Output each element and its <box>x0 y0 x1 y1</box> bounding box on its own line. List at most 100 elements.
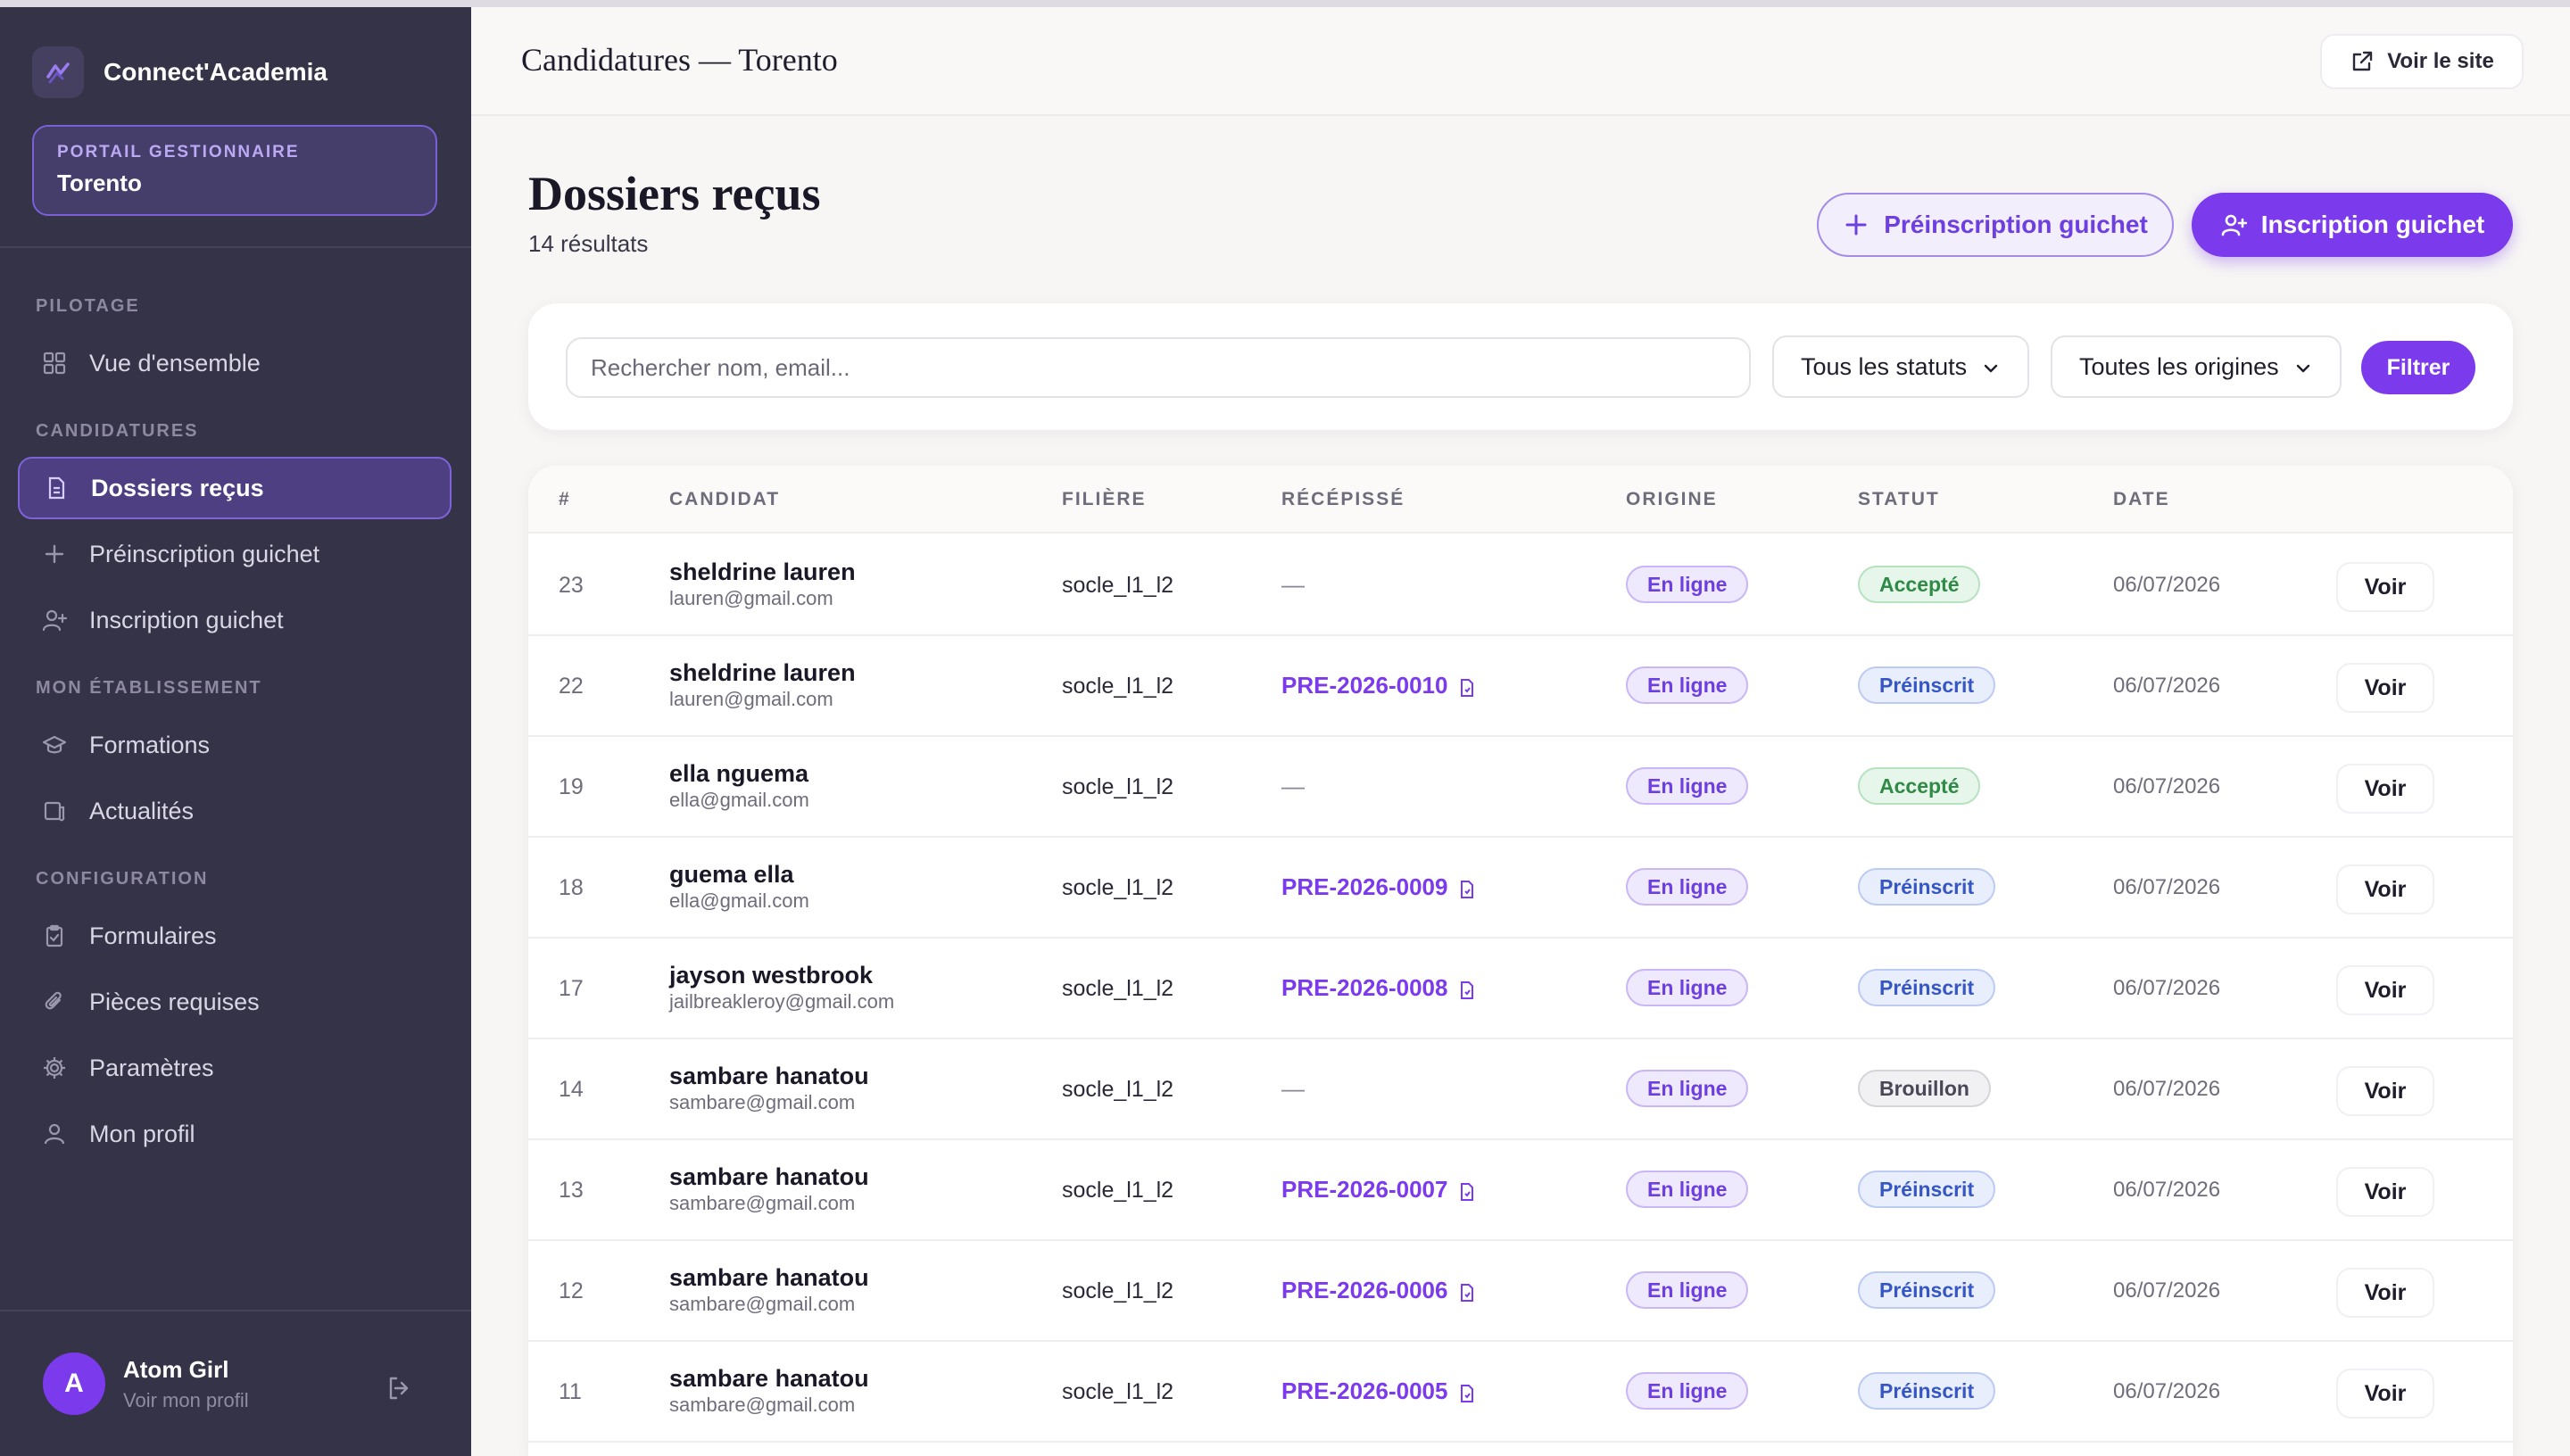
sidebar-item-label: Mon profil <box>89 1120 195 1147</box>
table-row: 13 sambare hanatou sambare@gmail.com socle_… <box>528 1140 2513 1241</box>
view-site-button[interactable]: Voir le site <box>2320 34 2524 89</box>
logout-icon[interactable] <box>384 1372 416 1404</box>
submission-date: 06/07/2026 <box>2113 1178 2221 1202</box>
news-icon <box>39 796 70 826</box>
status-badge: Préinscrit <box>1858 1271 1996 1309</box>
view-button[interactable]: Voir <box>2336 562 2434 612</box>
sidebar-item-inscription-guichet[interactable]: Inscription guichet <box>18 589 452 651</box>
paperclip-icon <box>39 987 70 1017</box>
recepisse-number: PRE-2026-0010 <box>1281 672 1448 699</box>
sidebar-item-vue-ensemble[interactable]: Vue d'ensemble <box>18 332 452 394</box>
candidate-name: ella nguema <box>669 760 809 787</box>
search-input[interactable] <box>566 337 1751 398</box>
column-header-origine: ORIGINE <box>1626 489 1718 509</box>
table-row: 22 sheldrine lauren lauren@gmail.com socle_… <box>528 636 2513 737</box>
avatar: A <box>43 1353 105 1415</box>
sidebar-item-label: Formulaires <box>89 922 217 949</box>
table-row: 19 ella nguema ella@gmail.com socle_l1_l2 — E… <box>528 737 2513 838</box>
sidebar-item-formulaires[interactable]: Formulaires <box>18 905 452 967</box>
recepisse-number: PRE-2026-0005 <box>1281 1377 1448 1404</box>
user-profile-link[interactable]: Voir mon profil <box>123 1389 249 1412</box>
view-button[interactable]: Voir <box>2336 1268 2434 1318</box>
sidebar-item-preinscription-guichet[interactable]: Préinscription guichet <box>18 523 452 585</box>
recepisse-empty: — <box>1281 773 1305 799</box>
status-badge: Brouillon <box>1858 1070 1991 1107</box>
recepisse-link[interactable]: PRE-2026-0008 <box>1281 974 1476 1002</box>
table-row: 18 guema ella ella@gmail.com socle_l1_l2 PRE… <box>528 838 2513 939</box>
view-button[interactable]: Voir <box>2336 864 2434 914</box>
filiere: socle_l1_l2 <box>1062 674 1174 699</box>
view-button[interactable]: Voir <box>2336 764 2434 814</box>
sidebar-item-mon-profil[interactable]: Mon profil <box>18 1103 452 1165</box>
candidate-email: sambare@gmail.com <box>669 1394 856 1416</box>
sidebar-item-parametres[interactable]: Paramètres <box>18 1037 452 1099</box>
submission-date: 06/07/2026 <box>2113 875 2221 899</box>
clipboard-icon <box>39 921 70 951</box>
recepisse-link[interactable]: PRE-2026-0009 <box>1281 873 1476 901</box>
grid-icon <box>39 348 70 378</box>
view-button[interactable]: Voir <box>2336 1066 2434 1116</box>
section-label-configuration: CONFIGURATION <box>36 869 209 889</box>
user-profile[interactable]: A Atom Girl Voir mon profil <box>43 1353 249 1415</box>
recepisse-number: PRE-2026-0006 <box>1281 1277 1448 1303</box>
origin-filter-select[interactable]: Toutes les origines <box>2051 335 2342 398</box>
filiere: socle_l1_l2 <box>1062 1077 1174 1102</box>
inscription-guichet-button[interactable]: Inscription guichet <box>2192 193 2513 257</box>
origin-badge: En ligne <box>1626 566 1749 603</box>
recepisse-link[interactable]: PRE-2026-0006 <box>1281 1277 1476 1304</box>
sidebar-item-dossiers-recus[interactable]: Dossiers reçus <box>18 457 452 519</box>
view-button[interactable]: Voir <box>2336 965 2434 1015</box>
preinscription-guichet-button[interactable]: Préinscription guichet <box>1817 193 2174 257</box>
status-badge: Préinscrit <box>1858 868 1996 906</box>
origin-badge: En ligne <box>1626 666 1749 704</box>
status-badge: Préinscrit <box>1858 1171 1996 1208</box>
chevron-down-icon <box>2293 357 2313 376</box>
sidebar-item-actualites[interactable]: Actualités <box>18 780 452 842</box>
filiere: socle_l1_l2 <box>1062 774 1174 799</box>
candidate-name: sambare hanatou <box>669 1264 869 1291</box>
table-row: 17 jayson westbrook jailbreakleroy@gmail.c… <box>528 939 2513 1039</box>
submission-date: 06/07/2026 <box>2113 976 2221 1000</box>
sidebar-item-formations[interactable]: Formations <box>18 714 452 776</box>
sidebar-item-label: Vue d'ensemble <box>89 349 261 376</box>
result-count: 14 résultats <box>528 230 649 257</box>
applications-table: # CANDIDAT FILIÈRE RÉCÉPISSÉ ORIGINE STA… <box>528 466 2513 1456</box>
column-header-filiere: FILIÈRE <box>1062 489 1147 509</box>
external-link-icon <box>2350 49 2375 74</box>
sidebar-item-pieces-requises[interactable]: Pièces requises <box>18 971 452 1033</box>
sidebar-divider <box>0 246 471 248</box>
portal-value: Torento <box>57 170 142 196</box>
row-id: 18 <box>559 875 584 900</box>
submission-date: 06/07/2026 <box>2113 1379 2221 1403</box>
table-row: 12 sambare hanatou sambare@gmail.com socle_… <box>528 1241 2513 1342</box>
filter-button[interactable]: Filtrer <box>2361 341 2475 394</box>
view-button[interactable]: Voir <box>2336 1167 2434 1217</box>
view-button[interactable]: Voir <box>2336 1369 2434 1419</box>
row-id: 13 <box>559 1178 584 1203</box>
file-check-icon <box>1458 1382 1476 1402</box>
candidate-email: sambare@gmail.com <box>669 1293 856 1315</box>
brand[interactable]: Connect'Academia <box>32 46 327 98</box>
recepisse-empty: — <box>1281 1075 1305 1102</box>
top-header: Candidatures — Torento Voir le site <box>471 7 2570 116</box>
page-title: Dossiers reçus <box>528 167 821 220</box>
recepisse-link[interactable]: PRE-2026-0010 <box>1281 672 1476 699</box>
recepisse-link[interactable]: PRE-2026-0007 <box>1281 1176 1476 1204</box>
filiere: socle_l1_l2 <box>1062 1178 1174 1203</box>
table-header: # CANDIDAT FILIÈRE RÉCÉPISSÉ ORIGINE STA… <box>528 466 2513 534</box>
view-button[interactable]: Voir <box>2336 663 2434 713</box>
portal-card: PORTAIL GESTIONNAIRE Torento <box>32 125 437 216</box>
candidate-name: sheldrine lauren <box>669 558 856 585</box>
recepisse-number: PRE-2026-0008 <box>1281 974 1448 1001</box>
recepisse-link[interactable]: PRE-2026-0005 <box>1281 1377 1476 1405</box>
origin-badge: En ligne <box>1626 1171 1749 1208</box>
file-check-icon <box>1458 878 1476 898</box>
candidate-email: ella@gmail.com <box>669 889 809 912</box>
row-id: 23 <box>559 573 584 598</box>
status-badge: Préinscrit <box>1858 1372 1996 1410</box>
row-id: 12 <box>559 1278 584 1303</box>
candidate-email: jailbreakleroy@gmail.com <box>669 990 895 1013</box>
status-badge: Accepté <box>1858 566 1981 603</box>
submission-date: 06/07/2026 <box>2113 1077 2221 1101</box>
status-filter-select[interactable]: Tous les statuts <box>1772 335 2029 398</box>
